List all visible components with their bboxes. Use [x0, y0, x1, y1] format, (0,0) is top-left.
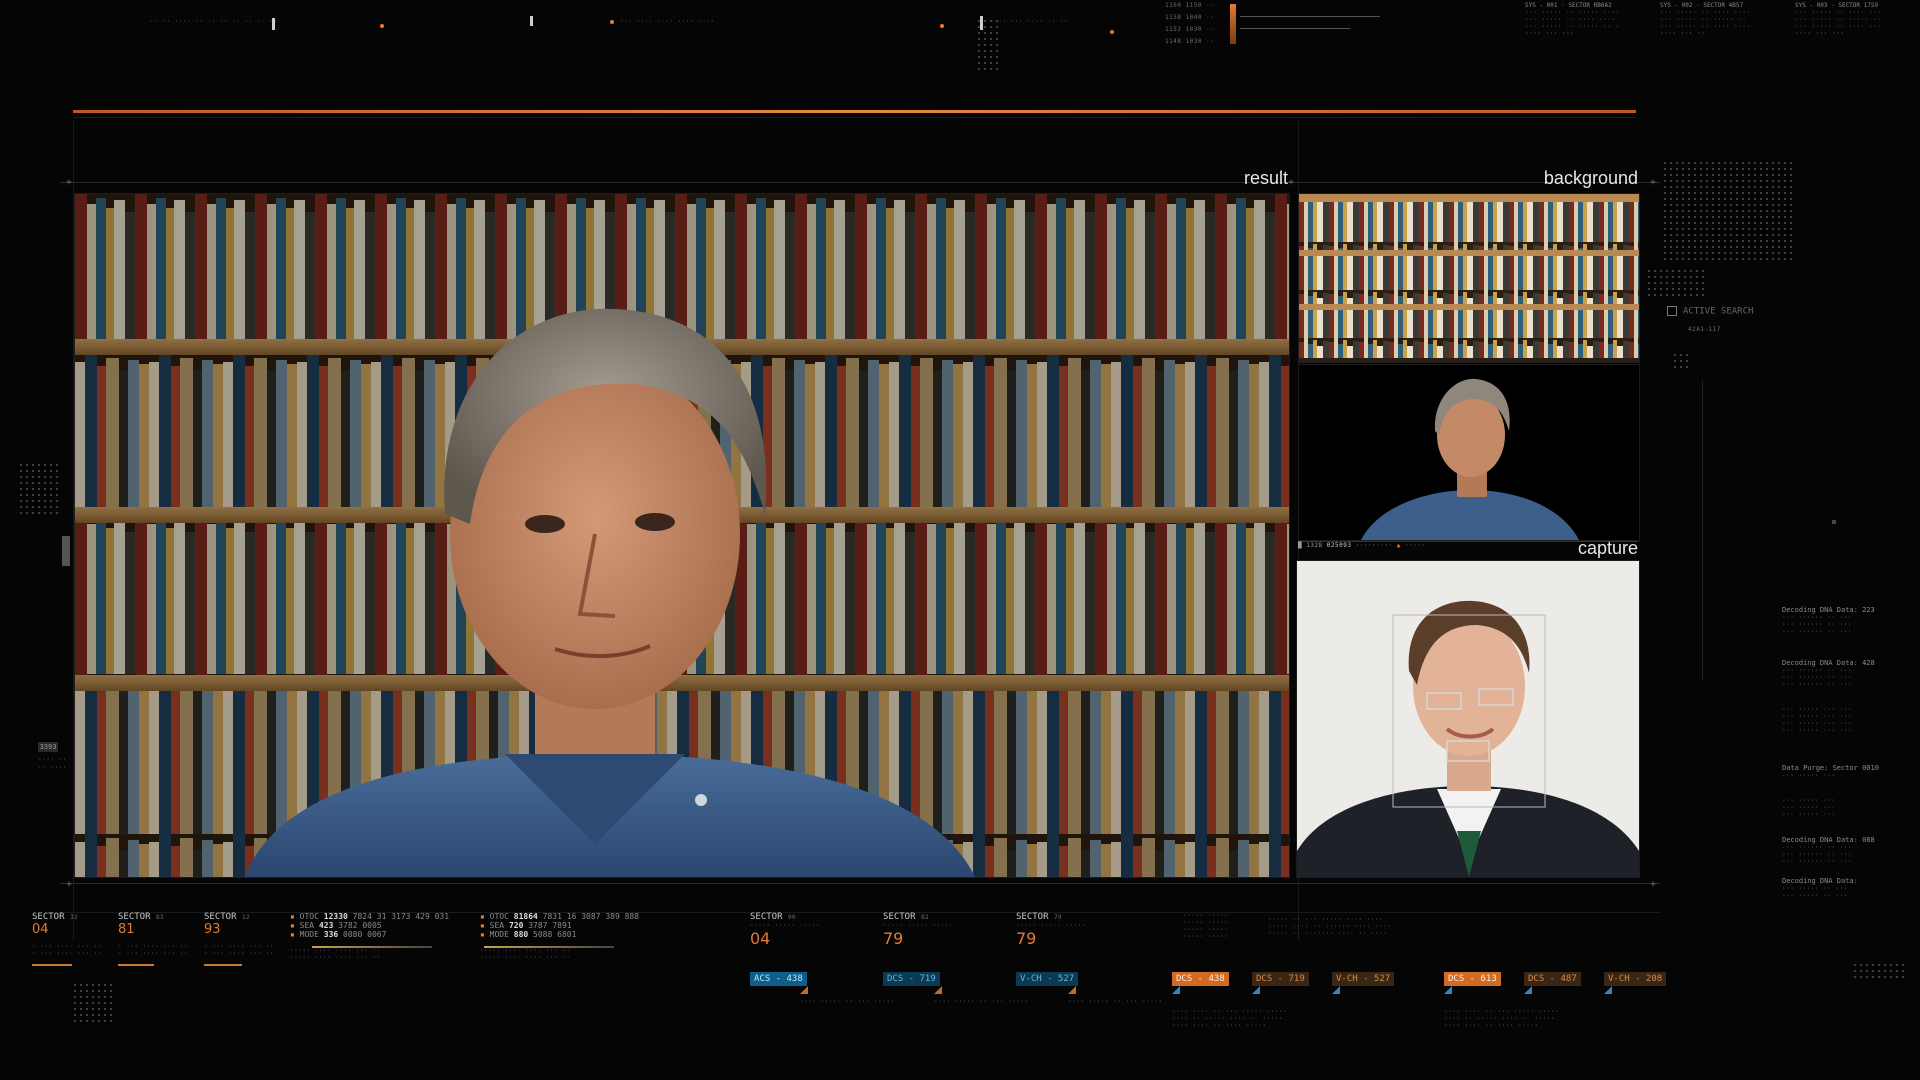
left-dot-cluster [18, 462, 58, 518]
tag-orange-2a: DCS - 613 [1444, 972, 1501, 986]
decoding-line-3: Data Purge: Sector 0010 [1782, 764, 1879, 772]
large-sector-2-value: 79 [883, 929, 904, 948]
top-dot-cluster [976, 18, 1000, 74]
sector-header-3: SYS - 003 · SECTOR 17S9 [1795, 2, 1879, 9]
small-sector-2-value: 81 [118, 922, 135, 937]
decoding-line-4: Decoding DNA Data: 088 [1782, 836, 1875, 844]
capture-label: capture [1577, 538, 1638, 558]
tag-orange-1c: V-CH - 527 [1332, 972, 1395, 986]
result-video-panel [74, 193, 1290, 878]
tag-orange-1a: DCS - 438 [1172, 972, 1229, 986]
decoding-log: Decoding DNA Data: 223 ··· ······ ·· ···… [1782, 606, 1912, 899]
top-left-data-strip: ·· ·· ···· ·· ·· ·· ·· ·· ·· ·· ··· ····… [150, 10, 1150, 40]
top-bars: 1160 1150 ·· 1158 1040 ·· 1152 1030 ·· 1… [1165, 2, 1395, 52]
tag-orange-1b: DCS - 719 [1252, 972, 1309, 986]
sector-header-2: SYS - 002 · SECTOR 4B57 [1660, 2, 1744, 9]
large-sector-3-value: 79 [1016, 929, 1037, 948]
mask-image [1299, 365, 1639, 540]
decoding-line-2: Decoding DNA Data: 428 [1782, 659, 1875, 667]
result-frame-image [75, 194, 1289, 877]
small-sector-2-label: SECTOR [118, 912, 151, 922]
result-label: result [1243, 168, 1288, 188]
tag-vch-527: V-CH - 527 [1016, 972, 1079, 986]
active-search-label: ACTIVE SEARCH [1667, 306, 1753, 317]
bottom-sector-1: SECTOR 90 ····· ····· ····· 04 [750, 912, 870, 948]
bottom-small-sectors: SECTOR 32 04 · ··· ···· ··· ·· · ··· ···… [32, 912, 273, 1032]
small-sector-1-value: 04 [32, 922, 49, 937]
data-table-2: ▪ OTOC 81864 7831 16 3087 389 888 ▪ SEA … [480, 912, 640, 961]
bottom-sector-3: SECTOR 70 ····· ····· ····· 79 [1016, 912, 1136, 948]
small-sector-3-label: SECTOR [204, 912, 237, 922]
bottom-sector-2: SECTOR 82 ····· ····· ····· 79 [883, 912, 1003, 948]
background-image [1299, 194, 1639, 362]
decoding-line-5: Decoding DNA Data: [1782, 877, 1858, 885]
large-sector-1-value: 04 [750, 929, 771, 948]
active-search-sub: 42A1-117 [1688, 326, 1721, 333]
mask-panel [1298, 364, 1640, 541]
small-sector-3-value: 93 [204, 922, 221, 937]
decoding-line-1: Decoding DNA Data: 223 [1782, 606, 1875, 614]
bottom-log-1: ····· ····· ····· ····· ····· ····· ····· ·… [1183, 912, 1229, 940]
tag-dcs-719: DCS - 719 [883, 972, 940, 986]
small-sector-1-label: SECTOR [32, 912, 65, 922]
tag-acs-438: ACS - 438 [750, 972, 807, 986]
right-dot-grid [1662, 160, 1794, 260]
frame-line-bottom [60, 883, 1660, 884]
background-panel [1298, 193, 1640, 363]
top-accent-rule [73, 110, 1636, 113]
capture-image [1297, 561, 1639, 877]
capture-id: 025093 [1326, 542, 1352, 549]
capture-panel [1296, 560, 1640, 878]
tag-orange-2b: DCS - 487 [1524, 972, 1581, 986]
top-sector-blocks: SYS - 001 · SECTOR RB6A2 ··· ····· ·· ··… [1525, 2, 1882, 37]
left-badge: 3393 [38, 742, 58, 752]
tag-orange-2c: V-CH - 208 [1604, 972, 1667, 986]
data-table-1: ▪ OTOC 12330 7824 31 3173 429 031 ▪ SEA … [290, 912, 450, 961]
sector-header-1: SYS - 001 · SECTOR RB6A2 [1525, 2, 1612, 9]
background-label: background [1543, 168, 1638, 188]
bottom-log-2: ····· ·· ··· ····· ···· ···· ····· ···· … [1268, 916, 1392, 937]
frame-line-top [60, 182, 1660, 183]
